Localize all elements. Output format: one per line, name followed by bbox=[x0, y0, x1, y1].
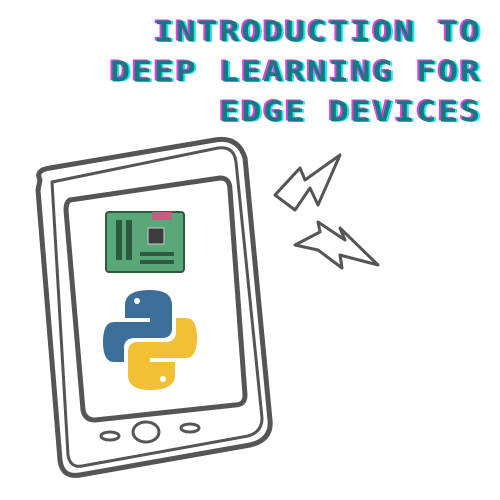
motherboard-icon bbox=[105, 211, 185, 273]
illustration bbox=[35, 136, 380, 478]
python-logo-icon bbox=[103, 290, 197, 390]
lightning-icon bbox=[273, 153, 380, 270]
